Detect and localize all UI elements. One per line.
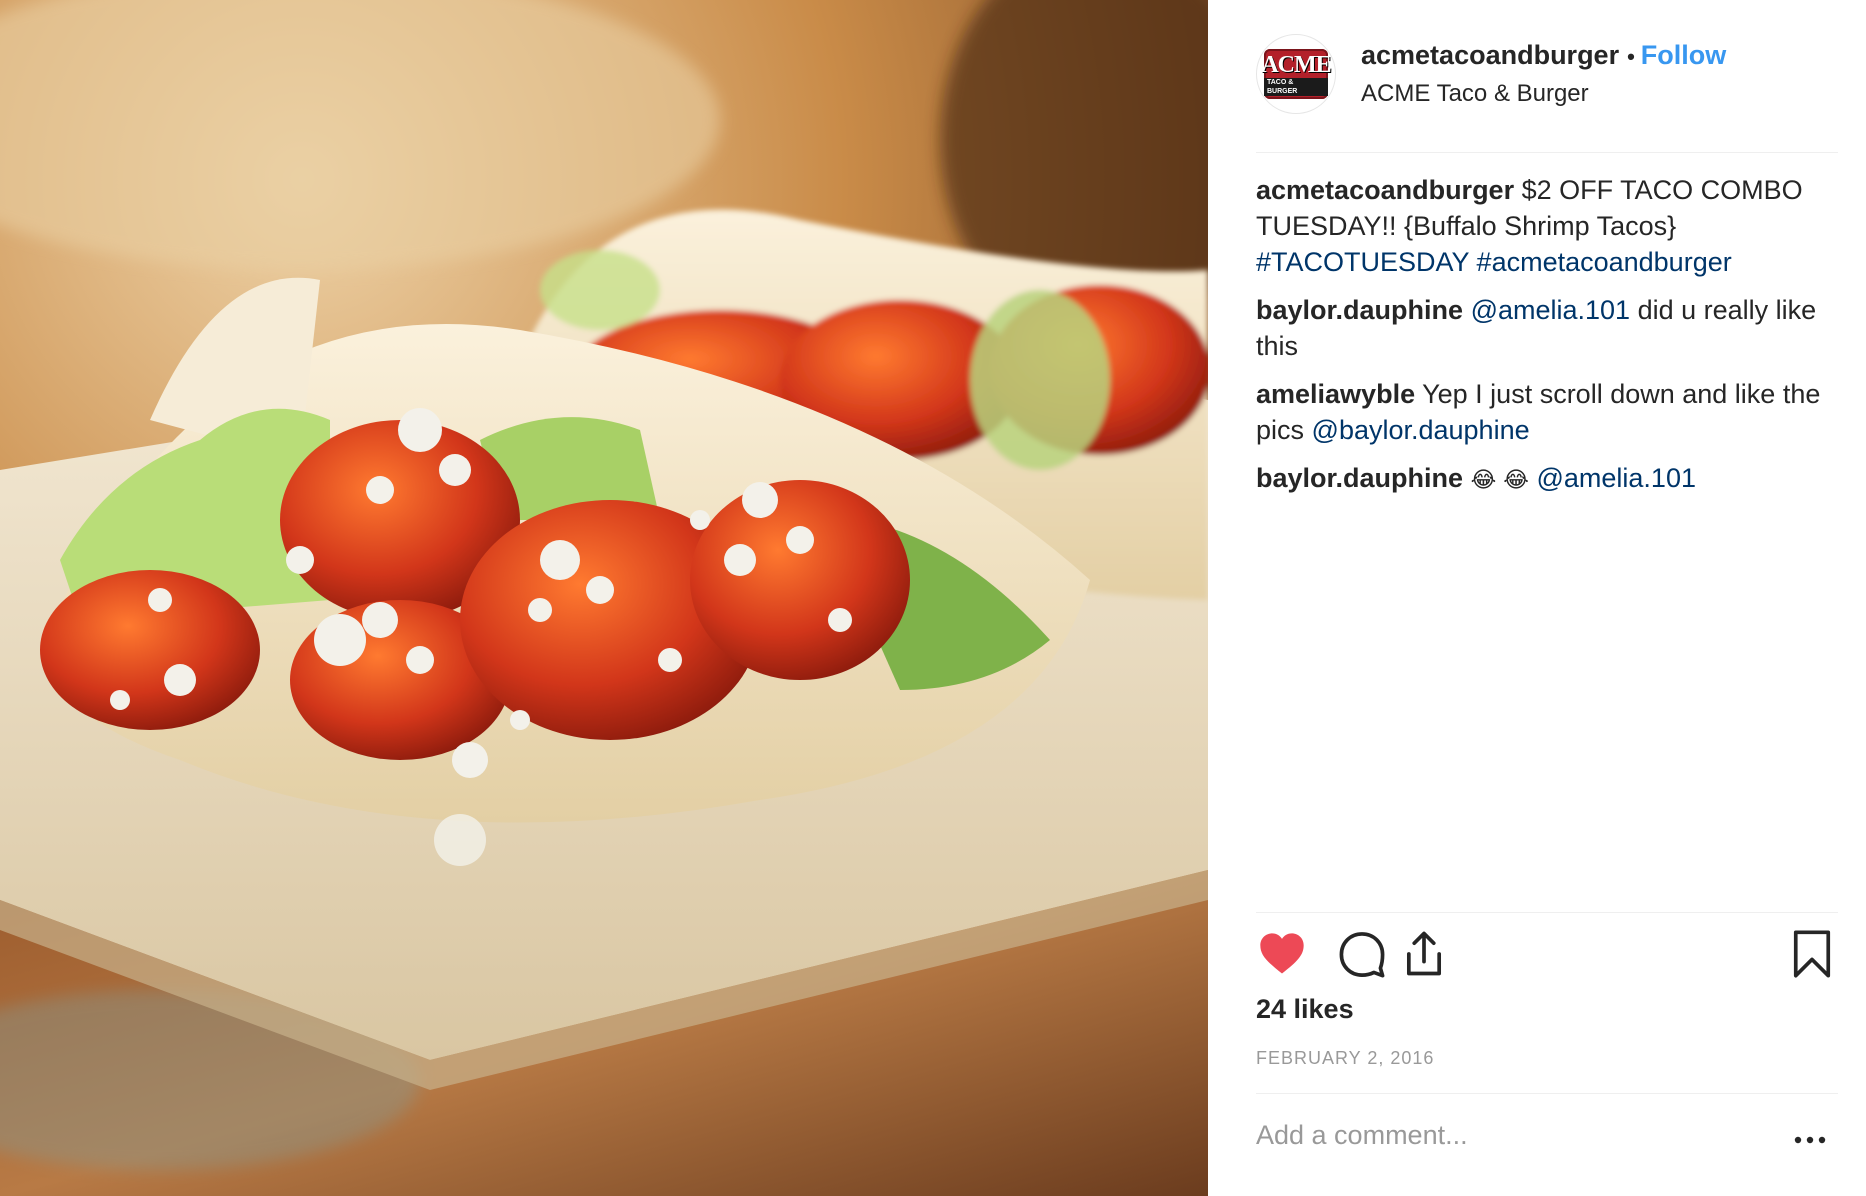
post-date[interactable]: FEBRUARY 2, 2016 bbox=[1256, 1048, 1434, 1069]
comment-item: ameliawyble Yep I just scroll down and l… bbox=[1256, 376, 1838, 448]
avatar[interactable]: ACME TACO & BURGER bbox=[1256, 34, 1336, 114]
comment-item: baylor.dauphine 😂 😂 @amelia.101 bbox=[1256, 460, 1838, 499]
comment-mention[interactable]: @amelia.101 bbox=[1536, 463, 1696, 493]
likes-count[interactable]: 24 likes bbox=[1256, 994, 1354, 1025]
actions-divider bbox=[1256, 912, 1838, 913]
comment-hashtags[interactable]: #TACOTUESDAY #acmetacoandburger bbox=[1256, 247, 1732, 277]
caption-comment: acmetacoandburger $2 OFF TACO COMBO TUES… bbox=[1256, 172, 1838, 280]
add-comment-input[interactable]: Add a comment... bbox=[1256, 1120, 1468, 1151]
comment-divider bbox=[1256, 1093, 1838, 1094]
bookmark-icon bbox=[1793, 930, 1831, 978]
comment-mention[interactable]: @baylor.dauphine bbox=[1312, 415, 1530, 445]
header-divider bbox=[1256, 152, 1838, 153]
post-details-panel: ACME TACO & BURGER acmetacoandburger • Fol… bbox=[1208, 0, 1866, 1196]
post-photo[interactable] bbox=[0, 0, 1208, 1196]
post-header: ACME TACO & BURGER acmetacoandburger • Fol… bbox=[1256, 34, 1838, 152]
comment-username[interactable]: acmetacoandburger bbox=[1256, 175, 1514, 205]
acme-logo: ACME TACO & BURGER bbox=[1261, 49, 1332, 99]
logo-text-bottom: TACO & BURGER bbox=[1264, 77, 1328, 96]
heart-icon bbox=[1260, 933, 1304, 974]
comment-button[interactable] bbox=[1336, 928, 1388, 980]
laughing-emoji: 😂 😂 bbox=[1470, 468, 1529, 493]
separator-dot: • bbox=[1627, 44, 1635, 69]
comment-mention[interactable]: @amelia.101 bbox=[1471, 295, 1631, 325]
logo-text-top: ACME bbox=[1261, 51, 1331, 78]
share-button[interactable] bbox=[1398, 928, 1450, 980]
save-button[interactable] bbox=[1786, 928, 1838, 980]
follow-button[interactable]: Follow bbox=[1641, 40, 1726, 70]
header-username-row: acmetacoandburger • Follow bbox=[1361, 40, 1726, 71]
comment-username[interactable]: baylor.dauphine bbox=[1256, 295, 1463, 325]
more-options-button[interactable] bbox=[1790, 1128, 1830, 1152]
comments-list: acmetacoandburger $2 OFF TACO COMBO TUES… bbox=[1256, 172, 1838, 511]
header-location[interactable]: ACME Taco & Burger bbox=[1361, 80, 1589, 108]
comment-bubble-icon bbox=[1339, 932, 1385, 978]
comment-item: baylor.dauphine @amelia.101 did u really… bbox=[1256, 292, 1838, 364]
more-horizontal-icon bbox=[1794, 1136, 1826, 1144]
share-icon bbox=[1406, 931, 1442, 976]
comment-username[interactable]: ameliawyble bbox=[1256, 379, 1415, 409]
header-username[interactable]: acmetacoandburger bbox=[1361, 40, 1619, 70]
post-actions bbox=[1256, 928, 1838, 984]
like-button[interactable] bbox=[1256, 928, 1308, 980]
comment-username[interactable]: baylor.dauphine bbox=[1256, 463, 1463, 493]
taco-photo-illustration bbox=[0, 0, 1208, 1196]
